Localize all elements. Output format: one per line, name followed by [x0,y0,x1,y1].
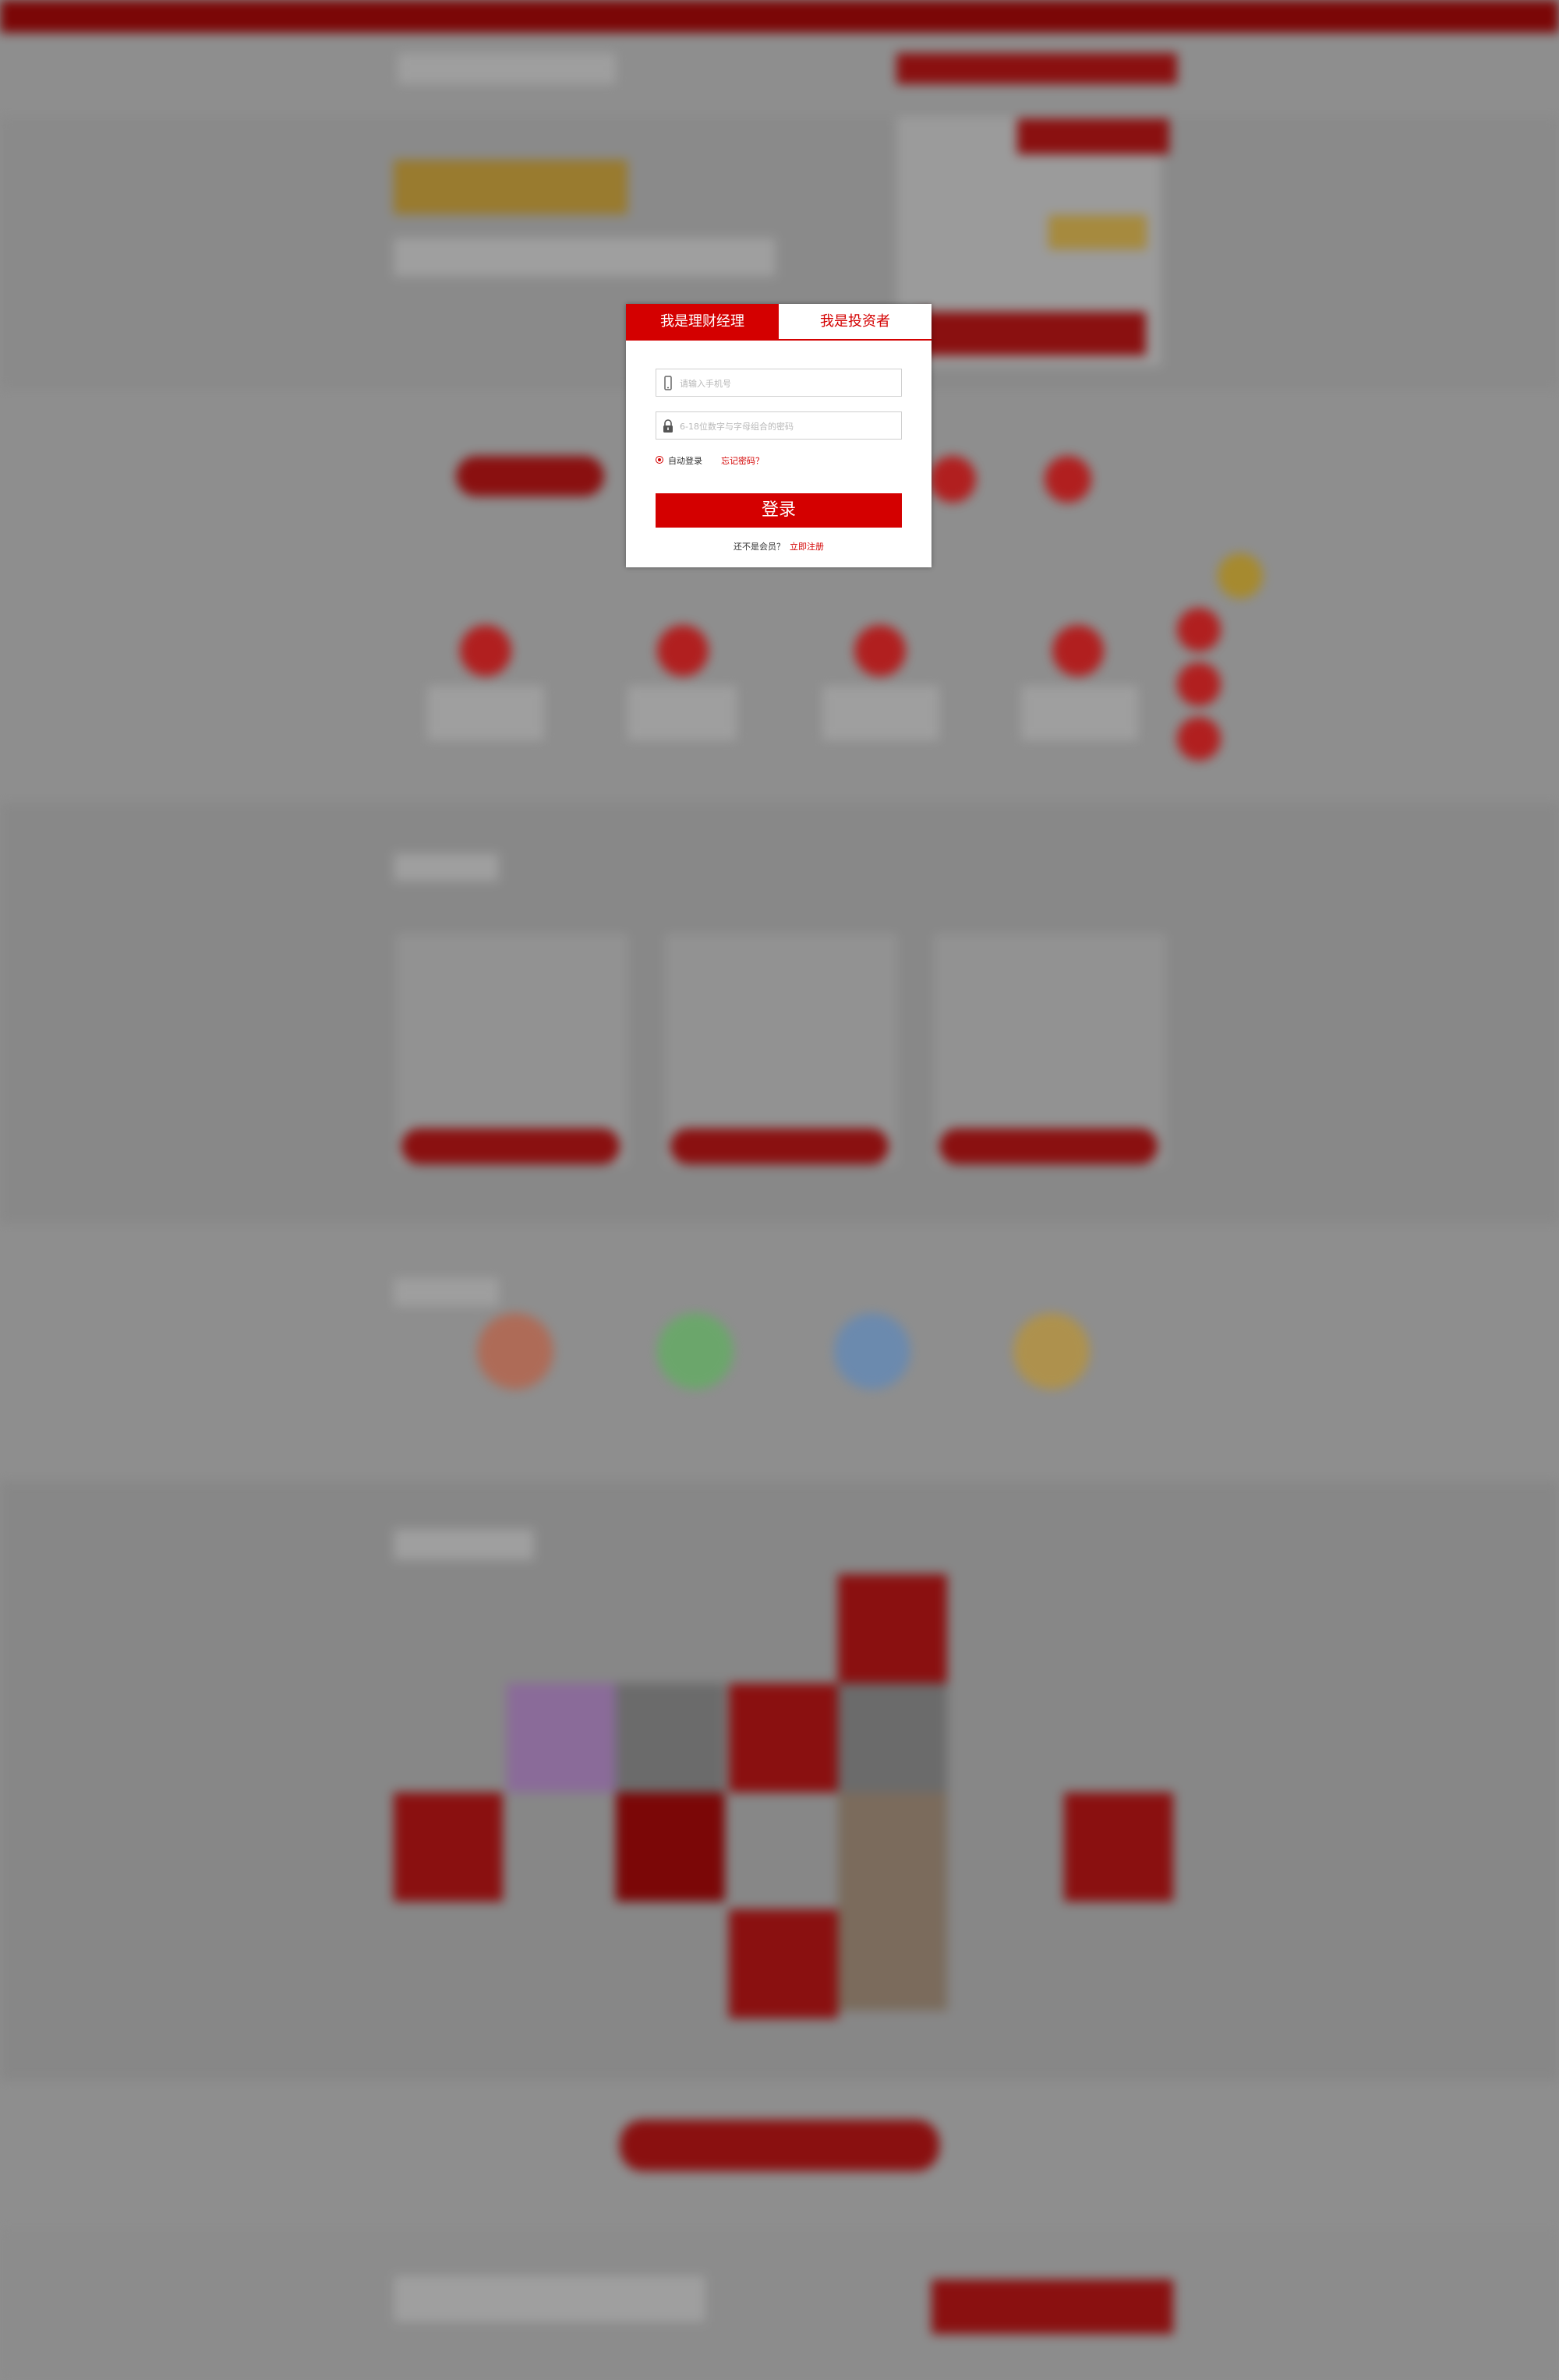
section-title [394,853,499,881]
hero-badge [1048,215,1147,249]
tab-investor[interactable]: 我是投资者 [779,304,932,339]
hotline-banner [896,53,1177,84]
step-icon [929,456,976,503]
site-logo [398,53,616,84]
feature-text [427,686,544,740]
register-link[interactable]: 立即注册 [790,542,824,552]
login-button[interactable]: 登录 [656,493,902,528]
register-row: 还不是会员？ 立即注册 [626,540,932,553]
advisor-tile [729,1909,838,2018]
section-title [394,1529,534,1560]
login-modal: 我是理财经理 我是投资者 自动登录 忘记密码？ 登录 还不是会员？ 立即注册 [626,304,932,567]
step-icon [1045,456,1091,503]
feature-text [822,686,939,740]
feature-icon [1052,625,1104,676]
advisor-tile [616,1792,725,1902]
feature-icon [854,625,906,676]
advisor-tile [729,1683,838,1792]
advisor-tile [616,1683,725,1792]
advisor-tile [838,1792,947,2011]
phone-input[interactable] [678,369,900,397]
feature-icon [460,625,511,676]
password-field [656,411,902,440]
footer-links [394,2276,705,2322]
hero-subtitle [394,238,776,277]
login-options: 自动登录 忘记密码？ [656,454,902,467]
float-badge [1218,553,1263,599]
role-tabs: 我是理财经理 我是投资者 [626,304,932,341]
advisor-tile [838,1574,947,1683]
service-icon [657,1313,734,1390]
service-icon [1013,1313,1090,1390]
side-button [1177,608,1221,651]
footer-logo [932,2279,1173,2334]
service-icon [477,1313,553,1390]
service-icon [834,1313,910,1390]
password-input[interactable] [678,412,900,440]
advisor-tile [394,1792,503,1902]
footer [0,2229,1559,2380]
advisor-tile [507,1683,616,1792]
hero-button [920,312,1146,355]
product-button [670,1128,889,1164]
hero-tab [1017,118,1169,154]
phone-icon [661,376,675,391]
cta-button [620,2120,939,2171]
advisor-tile [838,1683,947,1792]
top-bar [0,0,1559,33]
section-title [394,1278,499,1306]
lock-icon [661,418,675,434]
tab-financial-manager[interactable]: 我是理财经理 [626,304,779,339]
product-button [939,1128,1158,1164]
hero-headline [394,160,627,214]
feature-icon [657,625,709,676]
phone-field [656,369,902,397]
side-button [1177,717,1221,761]
auto-login-radio[interactable] [656,456,663,464]
register-prompt: 还不是会员？ [734,542,785,552]
forgot-password-link[interactable]: 忘记密码？ [721,454,764,467]
section-button [456,456,604,496]
product-button [401,1128,620,1164]
feature-text [1021,686,1138,740]
side-button [1177,662,1221,706]
advisor-tile [1064,1792,1173,1902]
feature-text [627,686,737,740]
auto-login-label: 自动登录 [668,456,702,466]
